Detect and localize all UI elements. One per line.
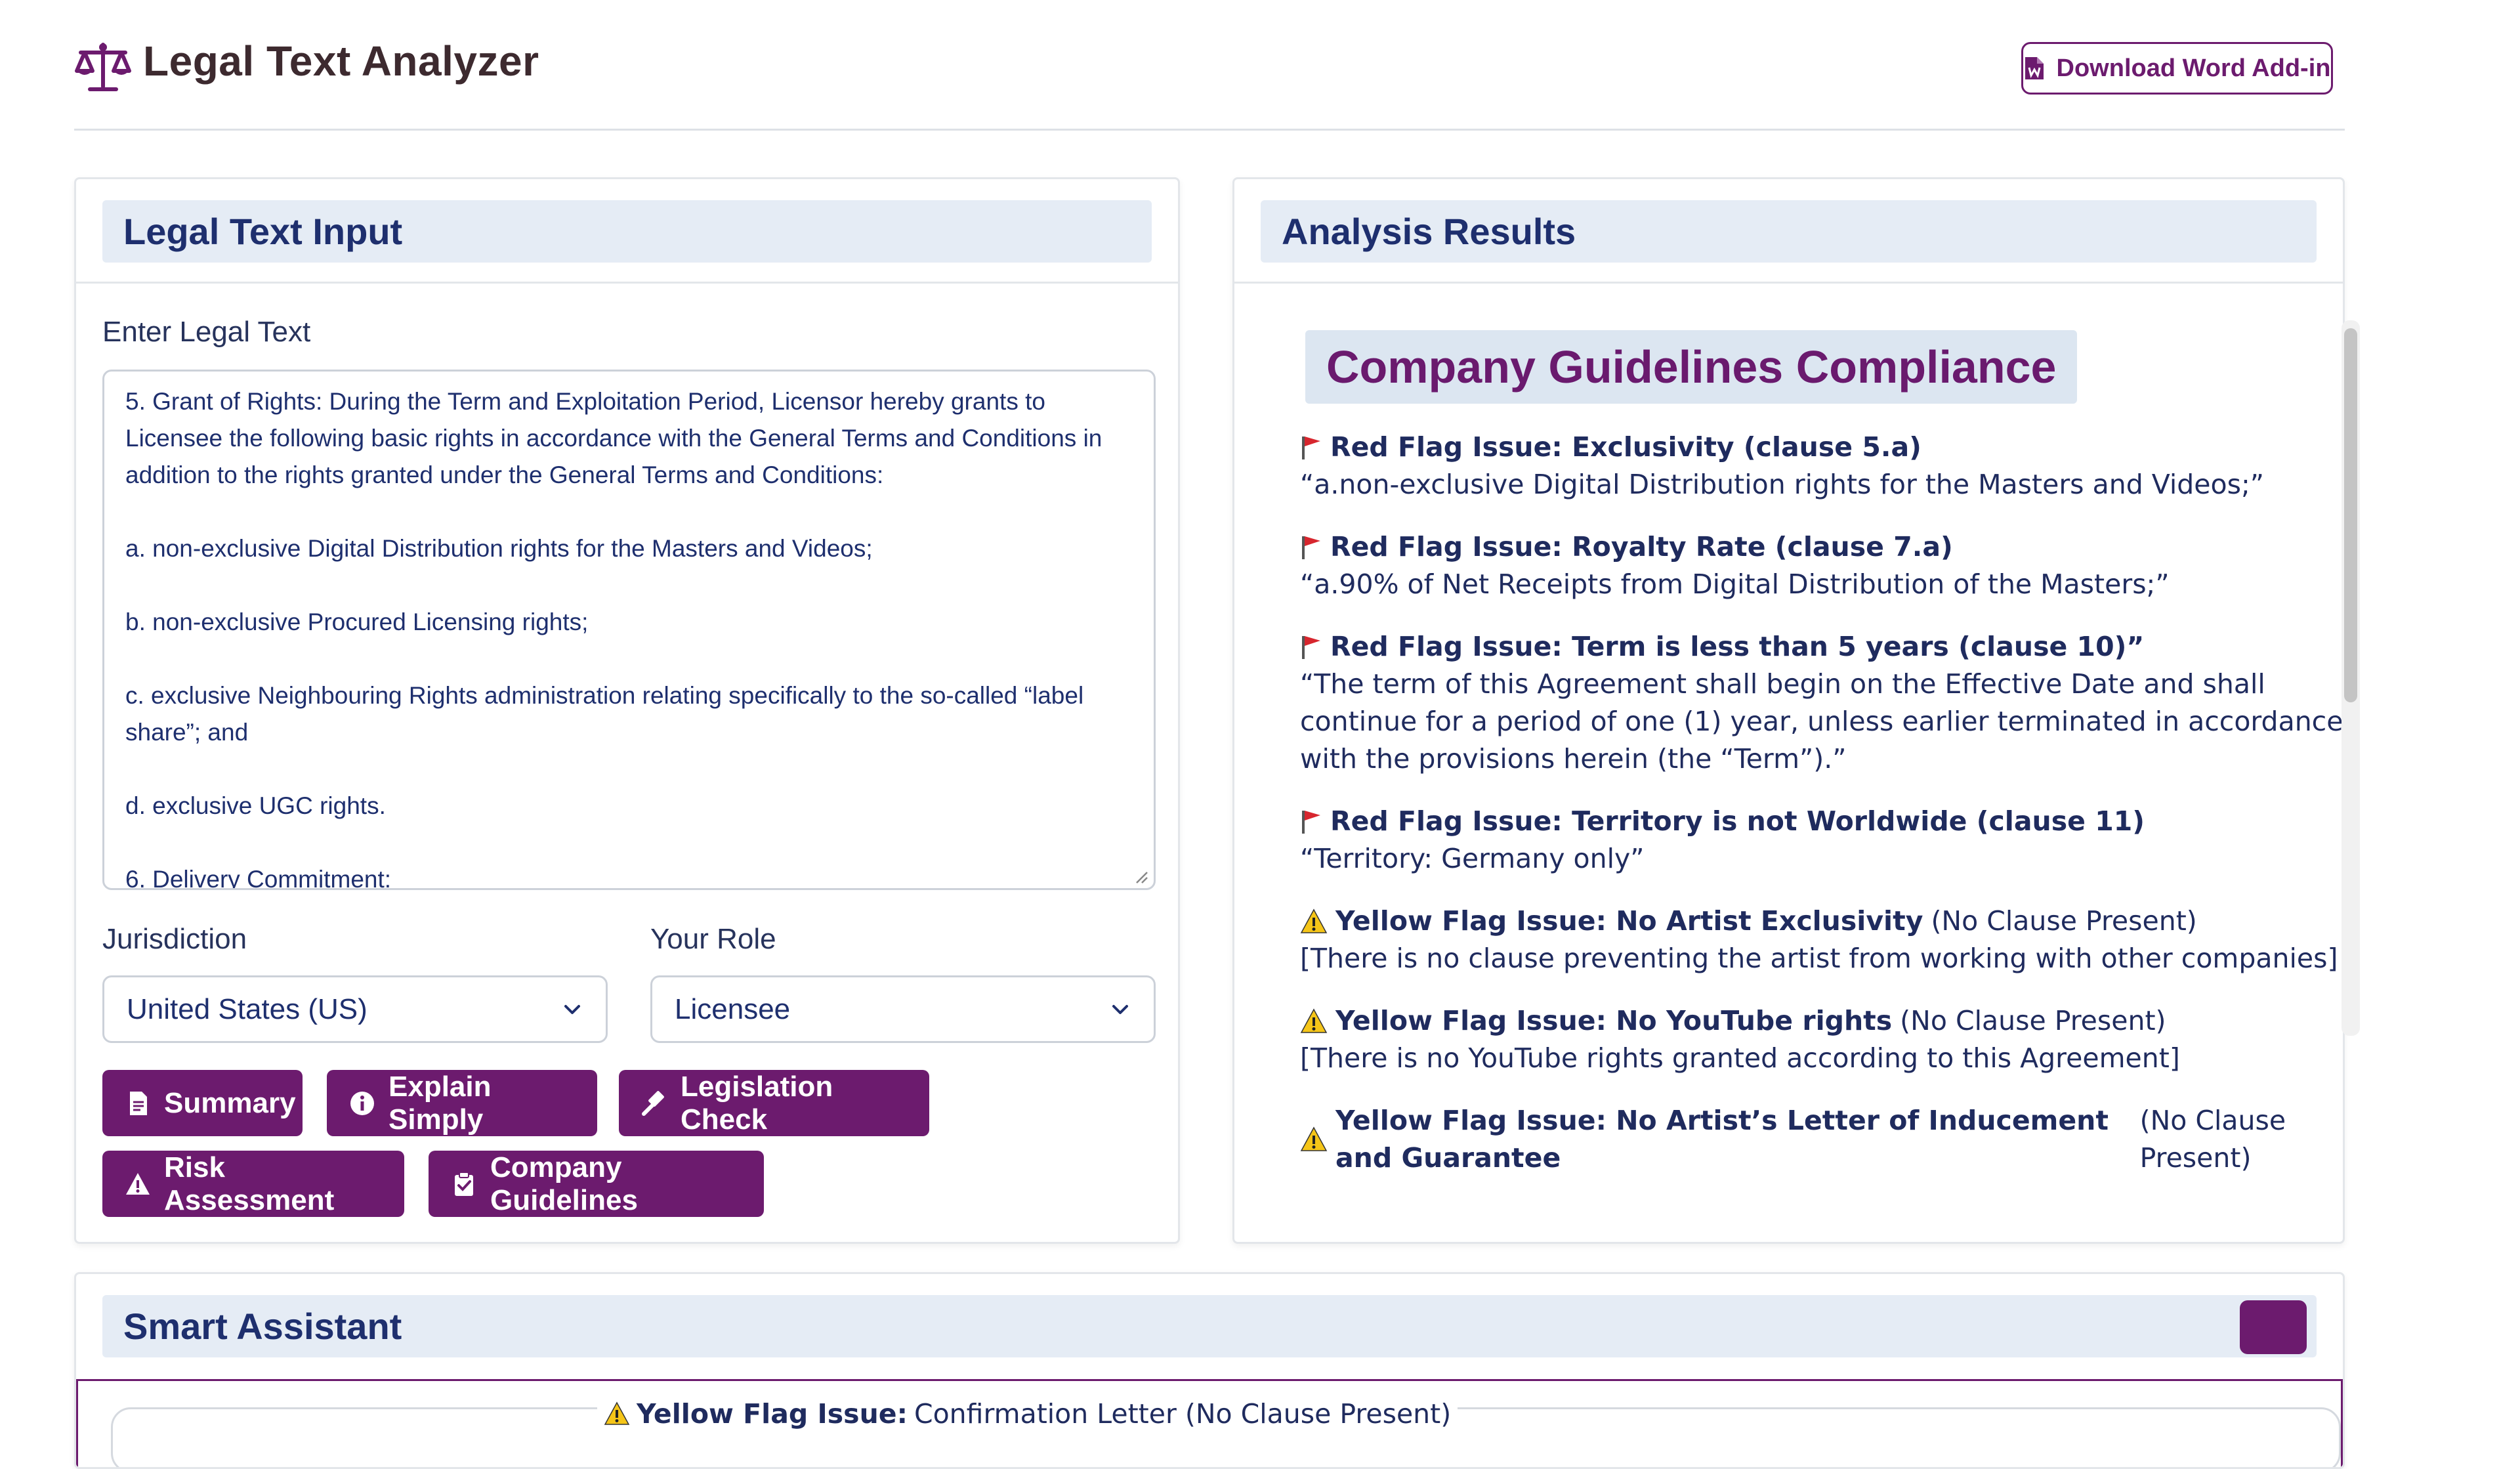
info-icon	[350, 1091, 374, 1115]
word-file-icon	[2025, 57, 2044, 79]
issue-item: Yellow Flag Issue: No Artist Exclusivity…	[1300, 903, 2343, 977]
issue-title: Yellow Flag Issue: No YouTube rights	[1335, 1005, 1893, 1036]
smart-assistant-panel: Smart Assistant	[74, 1272, 2345, 1469]
company-guidelines-button[interactable]: Company Guidelines	[429, 1151, 764, 1217]
chevron-down-icon	[564, 1004, 580, 1014]
resize-handle-icon[interactable]	[1133, 868, 1148, 884]
issue-heading: Red Flag Issue: Term is less than 5 year…	[1300, 628, 2343, 666]
panel-divider	[76, 282, 1178, 284]
issue-quote: “Territory: Germany only”	[1300, 843, 1645, 874]
issue-title: Red Flag Issue: Royalty Rate (clause 7.a…	[1330, 531, 1953, 563]
issue-title: Red Flag Issue: Exclusivity (clause 5.a)	[1330, 431, 1922, 463]
warning-icon	[604, 1401, 630, 1425]
red-flag-icon	[1302, 810, 1320, 834]
summary-label: Summary	[164, 1086, 296, 1119]
red-flag-icon	[1302, 536, 1320, 559]
issue-item: Red Flag Issue: Exclusivity (clause 5.a)…	[1300, 429, 2343, 503]
gavel-icon	[642, 1090, 664, 1116]
panel-title: Analysis Results	[1261, 200, 2317, 263]
jurisdiction-label: Jurisdiction	[102, 923, 247, 955]
issue-item: Red Flag Issue: Term is less than 5 year…	[1300, 628, 2343, 778]
risk-assessment-label: Risk Assessment	[164, 1151, 335, 1216]
legal-text-textarea[interactable]: 5. Grant of Rights: During the Term and …	[102, 370, 1156, 890]
analysis-results-panel: Analysis Results Company Guidelines Comp…	[1232, 177, 2345, 1244]
panel-divider	[1234, 282, 2343, 284]
chevron-down-icon	[1112, 1004, 1128, 1014]
issue-heading: Yellow Flag Issue: No YouTube rights (No …	[1300, 1002, 2343, 1040]
document-icon	[130, 1091, 147, 1115]
role-select[interactable]: Licensee	[650, 975, 1156, 1043]
issue-title: Yellow Flag Issue: No Artist’s Letter of…	[1335, 1105, 2109, 1174]
assistant-toggle-button[interactable]	[2240, 1300, 2307, 1354]
warning-icon	[126, 1172, 150, 1195]
download-word-addin-button[interactable]: Download Word Add-in	[2021, 42, 2333, 95]
issue-heading: Red Flag Issue: Royalty Rate (clause 7.a…	[1300, 528, 2343, 566]
compliance-section-title: Company Guidelines Compliance	[1305, 330, 2078, 404]
download-word-addin-label: Download Word Add-in	[2056, 54, 2331, 82]
issue-heading: Red Flag Issue: Territory is not Worldwi…	[1300, 803, 2343, 840]
issue-quote: [There is no clause preventing the artis…	[1300, 943, 2338, 974]
red-flag-icon	[1302, 635, 1320, 659]
risk-assessment-button[interactable]: Risk Assessment	[102, 1151, 404, 1217]
issues-list: Red Flag Issue: Exclusivity (clause 5.a)…	[1300, 429, 2343, 1177]
warning-icon	[1300, 1126, 1328, 1151]
legislation-check-button[interactable]: Legislation Check	[619, 1070, 929, 1136]
company-guidelines-label: Company Guidelines	[490, 1151, 638, 1216]
app-title: Legal Text Analyzer	[143, 37, 539, 85]
issue-title: Red Flag Issue: Territory is not Worldwi…	[1330, 805, 2145, 837]
issue-heading: Yellow Flag Issue: No Artist Exclusivity…	[1300, 903, 2343, 940]
legal-text-label: Enter Legal Text	[102, 316, 311, 348]
issue-title: Yellow Flag Issue: No Artist Exclusivity	[1335, 905, 1923, 937]
warning-icon	[1300, 908, 1328, 933]
issue-note: (No Clause Present)	[2139, 1105, 2286, 1174]
issue-heading: Yellow Flag Issue: No Artist’s Letter of…	[1300, 1102, 2343, 1177]
issue-item: Red Flag Issue: Territory is not Worldwi…	[1300, 803, 2343, 878]
issue-title: Red Flag Issue: Term is less than 5 year…	[1330, 631, 2145, 662]
warning-icon	[1300, 1008, 1328, 1033]
issue-note: (No Clause Present)	[1900, 1005, 2166, 1036]
issue-heading: Red Flag Issue: Exclusivity (clause 5.a)	[1300, 429, 2343, 466]
issue-item: Red Flag Issue: Royalty Rate (clause 7.a…	[1300, 528, 2343, 603]
issue-item: Yellow Flag Issue: No YouTube rights (No …	[1300, 1002, 2343, 1077]
clipboard-check-icon	[455, 1171, 473, 1196]
issue-note: (No Clause Present)	[1931, 905, 2197, 937]
jurisdiction-value: United States (US)	[127, 992, 368, 1025]
summary-button[interactable]: Summary	[102, 1070, 303, 1136]
header-divider	[74, 129, 2345, 131]
balance-scale-icon	[75, 43, 131, 91]
assistant-message-preview: Yellow Flag Issue: Confirmation Letter (…	[597, 1398, 1458, 1430]
panel-title: Legal Text Input	[102, 200, 1152, 263]
assistant-preview-text: Confirmation Letter (No Clause Present)	[914, 1398, 1452, 1430]
issue-item: Yellow Flag Issue: No Artist’s Letter of…	[1300, 1102, 2343, 1177]
legal-text-input-panel: Legal Text Input Enter Legal Text 5. Gra…	[74, 177, 1180, 1244]
assistant-preview-bold: Yellow Flag Issue:	[637, 1398, 908, 1430]
explain-simply-button[interactable]: Explain Simply	[327, 1070, 597, 1136]
red-flag-icon	[1302, 436, 1320, 459]
jurisdiction-select[interactable]: United States (US)	[102, 975, 608, 1043]
panel-title: Smart Assistant	[102, 1295, 2317, 1357]
role-label: Your Role	[650, 923, 776, 955]
results-scrollbar-thumb[interactable]	[2344, 328, 2357, 702]
role-value: Licensee	[675, 992, 791, 1025]
results-content: Company Guidelines Compliance Red Flag I…	[1300, 330, 2343, 1242]
issue-quote: “a.90% of Net Receipts from Digital Dist…	[1300, 568, 2170, 600]
issue-quote: “The term of this Agreement shall begin …	[1300, 668, 2343, 775]
legislation-check-label: Legislation Check	[681, 1070, 833, 1136]
issue-quote: “a.non-exclusive Digital Distribution ri…	[1300, 469, 2265, 500]
issue-quote: [There is no YouTube rights granted acco…	[1300, 1042, 2180, 1074]
explain-simply-label: Explain Simply	[388, 1070, 492, 1136]
